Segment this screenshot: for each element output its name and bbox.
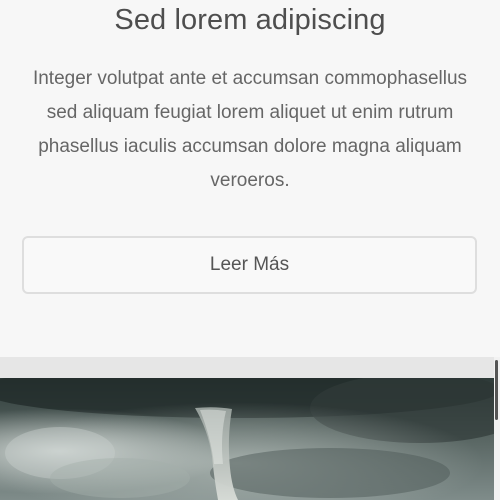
scrollbar-thumb[interactable] bbox=[495, 360, 498, 420]
page: Sed lorem adipiscing Integer volutpat an… bbox=[0, 0, 500, 500]
read-more-button[interactable]: Leer Más bbox=[22, 236, 477, 294]
section-divider bbox=[0, 357, 500, 378]
section-heading: Sed lorem adipiscing bbox=[114, 4, 386, 36]
tornado-image bbox=[0, 378, 494, 500]
content-section: Sed lorem adipiscing Integer volutpat an… bbox=[0, 0, 500, 357]
scrollbar[interactable] bbox=[494, 357, 500, 500]
section-description: Integer volutpat ante et accumsan commop… bbox=[32, 68, 468, 191]
